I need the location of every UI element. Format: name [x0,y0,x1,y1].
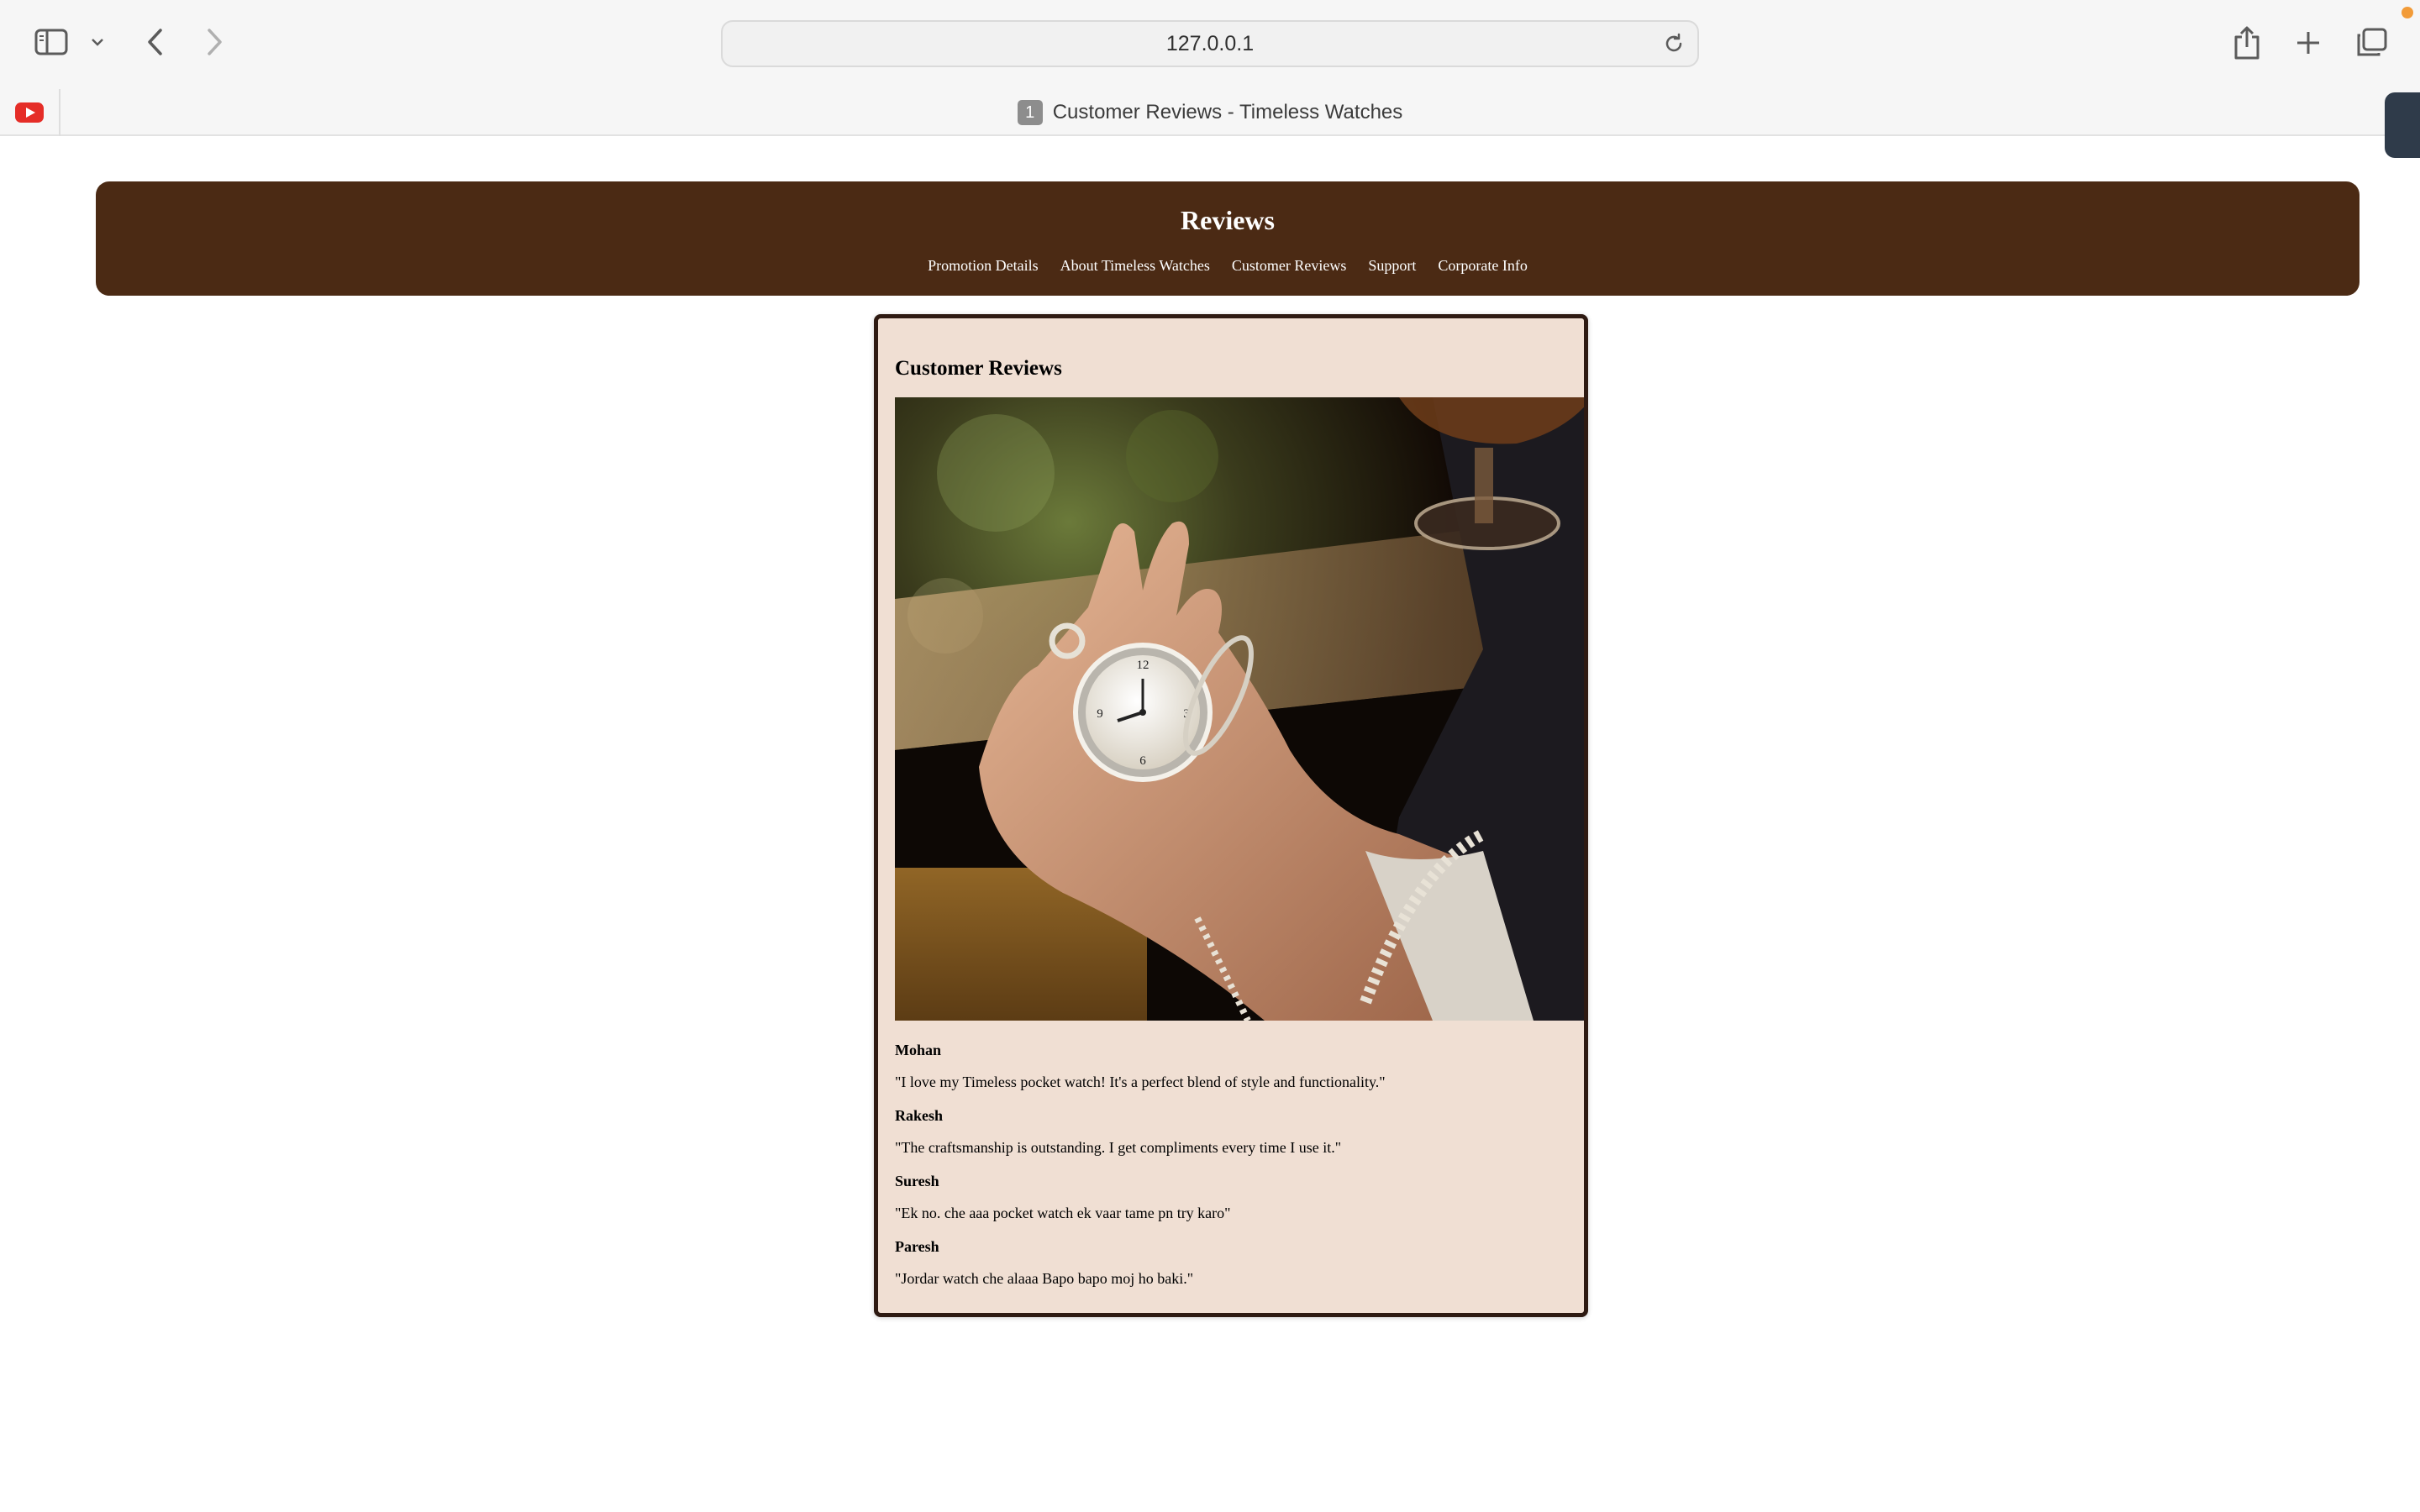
tab-bar: 1 Customer Reviews - Timeless Watches [0,89,2420,136]
forward-icon[interactable] [200,25,230,59]
tab-active[interactable]: 1 Customer Reviews - Timeless Watches [0,89,2420,136]
url-text: 127.0.0.1 [1165,32,1255,55]
sidebar-icon[interactable] [32,25,71,59]
review-item: Rakesh "The craftsmanship is outstanding… [895,1100,1567,1165]
pocket-watch-photo: 12 3 6 9 [895,397,1584,1021]
main-nav: Promotion Details About Timeless Watches… [96,257,2360,275]
review-text: "Jordar watch che alaaa Bapo bapo moj ho… [895,1270,1194,1287]
site-header: Reviews Promotion Details About Timeless… [96,181,2360,296]
reviews-list: Mohan "I love my Timeless pocket watch! … [895,1034,1567,1296]
nav-support[interactable]: Support [1368,257,1416,275]
share-icon[interactable] [2228,24,2265,62]
reviewer-name: Rakesh [895,1107,944,1124]
review-item: Mohan "I love my Timeless pocket watch! … [895,1034,1567,1100]
browser-toolbar: 127.0.0.1 1 Customer Reviews - Timeless … [0,0,2420,136]
side-panel-handle[interactable] [2385,92,2420,158]
nav-customer-reviews[interactable]: Customer Reviews [1232,257,1347,275]
review-item: Suresh "Ek no. che aaa pocket watch ek v… [895,1165,1567,1231]
back-icon[interactable] [139,25,170,59]
reload-icon[interactable] [1662,32,1686,60]
review-text: "The craftsmanship is outstanding. I get… [895,1139,1342,1156]
review-text: "I love my Timeless pocket watch! It's a… [895,1074,1386,1090]
tab-title: Customer Reviews - Timeless Watches [1052,101,1403,123]
notification-dot [2402,7,2413,18]
plus-icon[interactable] [2291,25,2326,60]
pinned-tab-youtube[interactable] [0,89,60,136]
review-text: "Ek no. che aaa pocket watch ek vaar tam… [895,1205,1231,1221]
reviewer-name: Mohan [895,1042,942,1058]
tabs-overview-icon[interactable] [2353,25,2390,60]
chevron-down-icon[interactable] [87,32,108,52]
svg-text:12: 12 [1137,659,1150,672]
page-title: Reviews [1181,205,1275,235]
svg-text:9: 9 [1097,707,1103,721]
review-item: Paresh "Jordar watch che alaaa Bapo bapo… [895,1231,1567,1296]
reviewer-name: Paresh [895,1238,939,1255]
address-bar[interactable]: 127.0.0.1 [721,20,1699,67]
reviewer-name: Suresh [895,1173,939,1189]
section-heading: Customer Reviews [895,357,1062,380]
nav-corporate-info[interactable]: Corporate Info [1438,257,1527,275]
reviews-card: Customer Reviews 12 3 6 9 Mohan "I love … [874,314,1588,1317]
nav-about[interactable]: About Timeless Watches [1060,257,1210,275]
nav-promotion-details[interactable]: Promotion Details [928,257,1039,275]
tab-badge: 1 [1017,100,1043,125]
svg-text:6: 6 [1139,754,1146,768]
youtube-icon [15,102,44,123]
